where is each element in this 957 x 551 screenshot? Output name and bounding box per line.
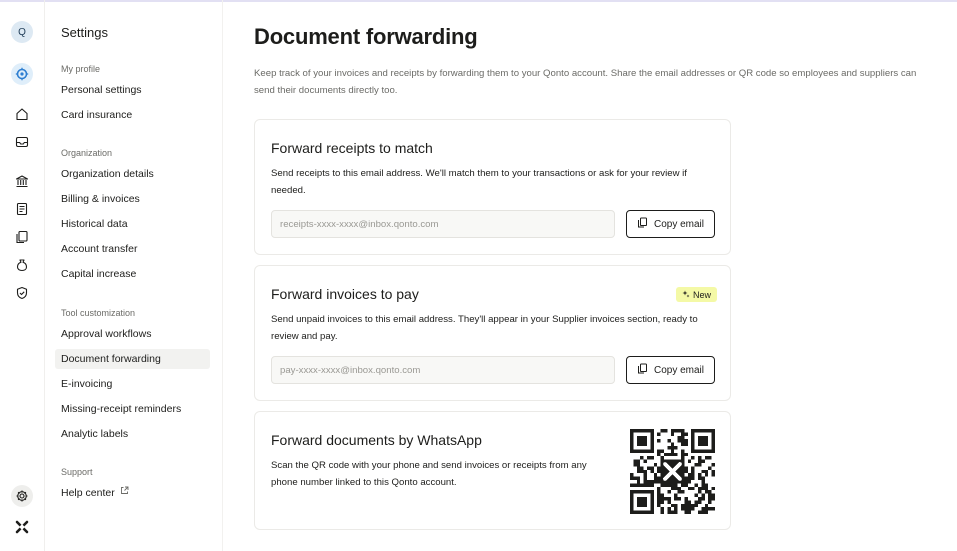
- savings-icon[interactable]: [11, 254, 33, 276]
- settings-icon[interactable]: [11, 485, 33, 507]
- nav-item-capital-increase[interactable]: Capital increase: [61, 268, 136, 280]
- nav-item-document-forwarding[interactable]: Document forwarding: [55, 349, 210, 369]
- qonto-logo-icon[interactable]: [11, 516, 33, 538]
- whatsapp-card: Forward documents by WhatsApp Scan the Q…: [254, 411, 731, 530]
- shield-icon[interactable]: [11, 282, 33, 304]
- external-link-icon: [120, 486, 129, 498]
- page-title: Document forwarding: [254, 24, 478, 49]
- nav-section-my-profile: My profile: [61, 64, 101, 74]
- nav-item-help-center[interactable]: Help center: [61, 486, 129, 499]
- nav-title: Settings: [61, 25, 108, 40]
- nav-item-personal-settings[interactable]: Personal settings: [61, 84, 142, 96]
- receipts-copy-email-button[interactable]: Copy email: [626, 210, 715, 238]
- nav-item-approval-workflows[interactable]: Approval workflows: [61, 328, 151, 340]
- whatsapp-qr-code: [630, 429, 715, 514]
- home-icon[interactable]: [11, 103, 33, 125]
- sparkle-icon: [682, 290, 690, 300]
- copy-icon: [637, 217, 648, 231]
- receipts-card: Forward receipts to match Send receipts …: [254, 119, 731, 255]
- copy-icon: [637, 363, 648, 377]
- nav-item-analytic-labels[interactable]: Analytic labels: [61, 428, 128, 440]
- inbox-icon[interactable]: [11, 131, 33, 153]
- invoices-card-title: Forward invoices to pay: [271, 286, 419, 302]
- invoices-email-field[interactable]: [271, 356, 615, 384]
- nav-item-historical-data[interactable]: Historical data: [61, 218, 128, 230]
- receipts-card-description: Send receipts to this email address. We'…: [271, 168, 687, 196]
- nav-item-e-invoicing[interactable]: E-invoicing: [61, 378, 112, 390]
- receipts-card-title: Forward receipts to match: [271, 140, 433, 156]
- receipts-email-field[interactable]: [271, 210, 615, 238]
- whatsapp-card-title: Forward documents by WhatsApp: [271, 432, 482, 448]
- help-center-label: Help center: [61, 487, 115, 499]
- copy-email-label: Copy email: [653, 218, 705, 230]
- nav-section-support: Support: [61, 467, 93, 477]
- invoices-copy-email-button[interactable]: Copy email: [626, 356, 715, 384]
- bank-icon[interactable]: [11, 170, 33, 192]
- nav-item-billing-invoices[interactable]: Billing & invoices: [61, 193, 140, 205]
- invoice-icon[interactable]: [11, 198, 33, 220]
- page-description: Keep track of your invoices and receipts…: [254, 68, 917, 96]
- invoices-card-description: Send unpaid invoices to this email addre…: [271, 314, 698, 342]
- active-account-icon[interactable]: [11, 63, 33, 85]
- nav-item-organization-details[interactable]: Organization details: [61, 168, 154, 180]
- new-badge: New: [676, 287, 718, 302]
- invoices-card: Forward invoices to pay New Send unpaid …: [254, 265, 731, 401]
- new-badge-label: New: [693, 289, 712, 300]
- avatar[interactable]: Q: [11, 21, 33, 43]
- documents-icon[interactable]: [11, 226, 33, 248]
- nav-section-organization: Organization: [61, 148, 113, 158]
- nav-item-account-transfer[interactable]: Account transfer: [61, 243, 137, 255]
- nav-item-card-insurance[interactable]: Card insurance: [61, 109, 132, 121]
- nav-item-missing-receipt-reminders[interactable]: Missing-receipt reminders: [61, 403, 181, 415]
- icon-rail: Q: [0, 0, 45, 551]
- settings-nav: Settings My profile Personal settings Ca…: [45, 0, 223, 551]
- whatsapp-card-description: Scan the QR code with your phone and sen…: [271, 460, 587, 488]
- copy-email-label: Copy email: [653, 364, 705, 376]
- nav-section-tool-customization: Tool customization: [61, 308, 136, 318]
